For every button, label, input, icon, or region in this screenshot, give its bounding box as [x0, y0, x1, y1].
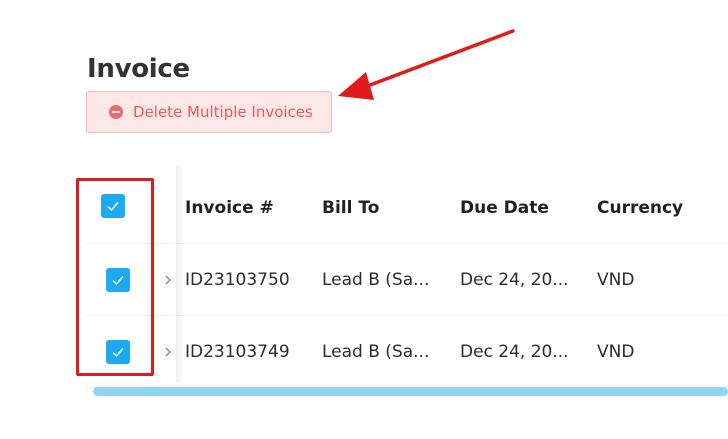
column-header-due-date[interactable]: Due Date	[460, 172, 549, 243]
check-icon	[107, 202, 119, 212]
column-header-bill-to[interactable]: Bill To	[322, 172, 379, 243]
delete-button-label: Delete Multiple Invoices	[133, 103, 313, 121]
currency-cell: VND	[597, 269, 635, 290]
column-header-invoice[interactable]: Invoice #	[185, 172, 274, 243]
bill-to-cell: Lead B (Sa...	[322, 341, 430, 362]
select-all-checkbox[interactable]	[101, 194, 125, 218]
due-date-cell: Dec 24, 20...	[460, 341, 569, 362]
sticky-column-shadow	[176, 165, 184, 383]
due-date-cell: Dec 24, 20...	[460, 269, 569, 290]
expand-row-button[interactable]	[163, 244, 173, 315]
horizontal-scrollbar[interactable]	[93, 387, 728, 396]
delete-multiple-invoices-button[interactable]: Delete Multiple Invoices	[86, 91, 332, 133]
row-checkbox[interactable]	[106, 340, 130, 364]
currency-cell: VND	[597, 341, 635, 362]
minus-circle-icon	[109, 105, 123, 119]
bill-to-cell: Lead B (Sa...	[322, 269, 430, 290]
row-checkbox[interactable]	[106, 268, 130, 292]
check-icon	[112, 348, 124, 358]
invoice-number-cell: ID23103750	[185, 269, 290, 290]
expand-row-button[interactable]	[163, 316, 173, 387]
column-header-currency[interactable]: Currency	[597, 172, 683, 243]
chevron-right-icon	[165, 275, 171, 284]
page-title: Invoice	[87, 54, 190, 84]
chevron-right-icon	[165, 347, 171, 356]
invoice-page: Invoice Delete Multiple Invoices Invoice…	[0, 0, 728, 439]
invoice-number-cell: ID23103749	[185, 341, 290, 362]
check-icon	[112, 276, 124, 286]
